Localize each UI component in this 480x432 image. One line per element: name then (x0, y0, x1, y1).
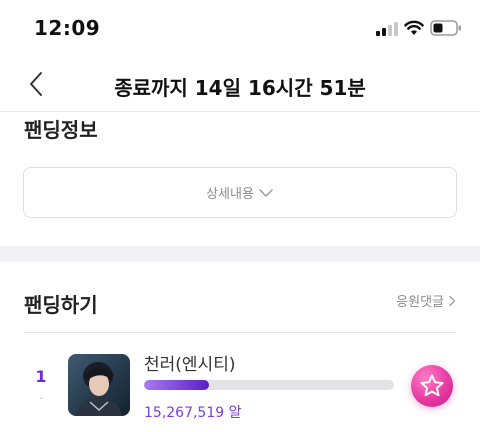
status-bar: 12:09 (0, 0, 480, 56)
cheer-comments-label: 응원댓글 (396, 295, 444, 310)
divider (24, 332, 456, 333)
cheer-comments-link[interactable]: 응원댓글 (396, 291, 456, 310)
header: 종료까지 14일 16시간 51분 (0, 56, 480, 112)
chevron-down-icon (259, 188, 273, 197)
section-divider-band (0, 246, 480, 262)
wifi-icon (404, 20, 424, 35)
cheer-fab-button[interactable] (411, 365, 453, 407)
funding-progress-fill (144, 380, 209, 390)
page-title: 종료까지 14일 16시간 51분 (114, 76, 366, 100)
funding-progress-bar (144, 380, 394, 390)
details-button[interactable]: 상세내용 (23, 167, 457, 218)
funding-amount: 15,267,519 알 (144, 405, 242, 421)
funding-info-title: 팬딩정보 (24, 118, 98, 142)
funding-title: 팬딩하기 (24, 293, 98, 317)
cellular-signal-icon (376, 22, 398, 36)
candidate-name: 천러(엔시티) (144, 355, 236, 375)
details-button-label: 상세내용 (206, 187, 254, 202)
battery-icon (430, 20, 461, 36)
rank-number: 1 (35, 367, 47, 386)
avatar (68, 354, 130, 416)
star-icon (420, 374, 444, 397)
rank-change: - (39, 393, 43, 404)
status-time: 12:09 (34, 16, 101, 40)
chevron-right-icon (449, 295, 456, 306)
